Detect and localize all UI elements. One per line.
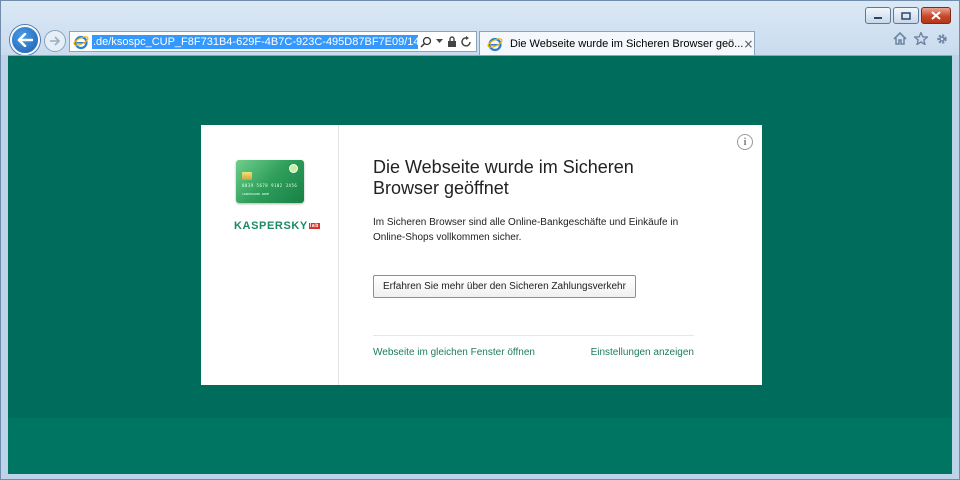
close-window-button[interactable]	[921, 7, 951, 24]
show-settings-link[interactable]: Einstellungen anzeigen	[591, 347, 694, 358]
star-icon[interactable]	[914, 32, 928, 46]
dialog-main-panel: i Die Webseite wurde im Sicheren Browser…	[339, 125, 762, 385]
tab-close-icon[interactable]: ×	[743, 37, 753, 51]
dialog-title: Die Webseite wurde im Sicheren Browser g…	[373, 157, 634, 198]
card-holder: CARDHOLDER NAME	[242, 192, 270, 196]
safe-browser-dialog: 0039 5678 9102 3456 CARDHOLDER NAME KASP…	[201, 125, 762, 385]
card-number: 0039 5678 9102 3456	[242, 183, 298, 188]
minimize-button[interactable]	[865, 7, 891, 24]
chevron-down-icon[interactable]	[436, 39, 443, 44]
address-tools	[420, 35, 476, 48]
brand-name: KASPERSKY	[234, 220, 308, 232]
learn-more-button[interactable]: Erfahren Sie mehr über den Sicheren Zahl…	[373, 275, 636, 298]
forward-button[interactable]	[44, 30, 66, 52]
dialog-divider	[373, 335, 694, 336]
close-icon	[931, 11, 941, 20]
maximize-button[interactable]	[893, 7, 919, 24]
gear-icon[interactable]	[935, 32, 949, 46]
open-same-window-link[interactable]: Webseite im gleichen Fenster öffnen	[373, 347, 535, 358]
dialog-brand-panel: 0039 5678 9102 3456 CARDHOLDER NAME KASP…	[201, 125, 339, 385]
refresh-icon[interactable]	[461, 35, 472, 48]
card-logo-icon	[289, 164, 298, 173]
browser-window: .de/ksospc_CUP_F8F731B4-629F-4B7C-923C-4…	[0, 0, 960, 480]
address-bar[interactable]: .de/ksospc_CUP_F8F731B4-629F-4B7C-923C-4…	[69, 31, 477, 52]
maximize-icon	[901, 11, 911, 20]
content-footer-band	[8, 418, 952, 474]
arrow-left-icon	[17, 33, 33, 47]
arrow-right-icon	[50, 36, 61, 46]
tab-active[interactable]: Die Webseite wurde im Sicheren Browser g…	[479, 31, 755, 55]
tab-title: Die Webseite wurde im Sicheren Browser g…	[510, 37, 744, 50]
card-chip-icon	[242, 172, 252, 180]
lock-icon[interactable]	[447, 35, 457, 48]
search-icon[interactable]	[420, 36, 432, 48]
minimize-icon	[874, 16, 882, 19]
dialog-text: Im Sicheren Browser sind alle Online-Ban…	[373, 217, 679, 243]
ie-icon	[73, 35, 89, 49]
toolbar-right	[893, 32, 949, 46]
info-icon[interactable]: i	[737, 134, 753, 150]
brand-badge: lab	[308, 223, 320, 230]
back-button[interactable]	[10, 25, 40, 55]
address-url[interactable]: .de/ksospc_CUP_F8F731B4-629F-4B7C-923C-4…	[92, 34, 418, 49]
caption-buttons	[865, 7, 951, 24]
kaspersky-logo: KASPERSKY lab	[234, 220, 320, 232]
home-icon[interactable]	[893, 32, 907, 46]
credit-card-image: 0039 5678 9102 3456 CARDHOLDER NAME	[236, 160, 304, 203]
ie-tab-icon	[487, 37, 503, 51]
page-content: 0039 5678 9102 3456 CARDHOLDER NAME KASP…	[8, 55, 952, 474]
